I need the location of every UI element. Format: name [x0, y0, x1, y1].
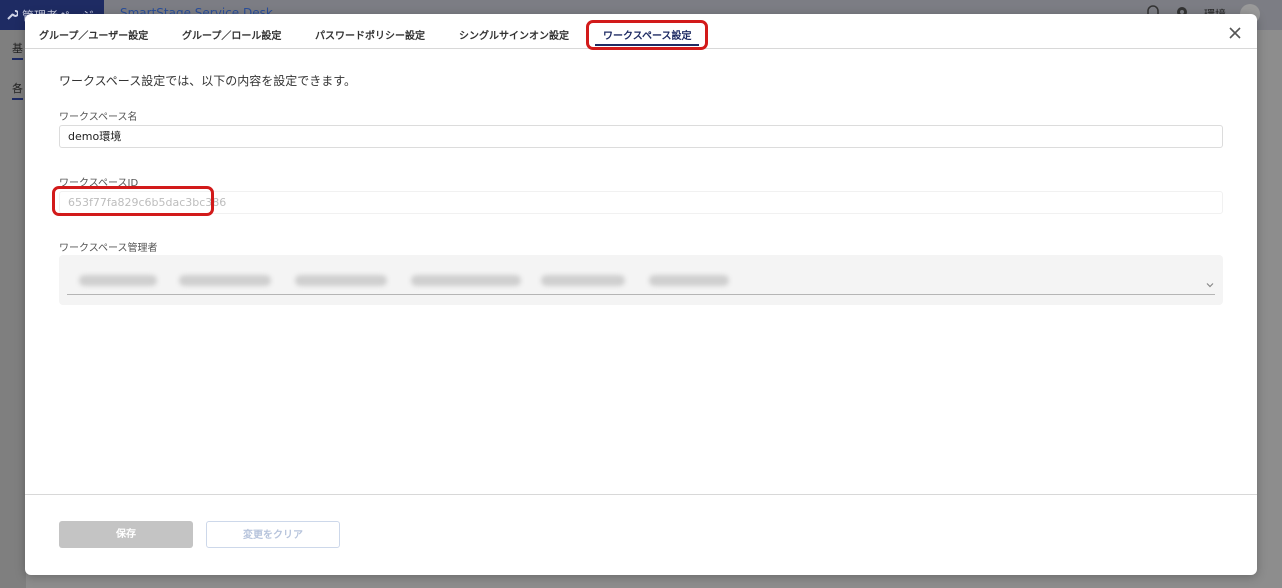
bg-left-strip: 基 各 [0, 30, 26, 588]
admin-chip[interactable] [295, 275, 387, 286]
workspace-name-input[interactable]: demo環境 [59, 125, 1223, 148]
workspace-id-field: 653f77fa829c6b5dac3bc386 [59, 191, 1223, 214]
settings-modal: グループ／ユーザー設定 グループ／ロール設定 パスワードポリシー設定 シングルサ… [25, 14, 1257, 575]
tab-bar: グループ／ユーザー設定 グループ／ロール設定 パスワードポリシー設定 シングルサ… [25, 14, 1257, 50]
admin-chip[interactable] [649, 275, 729, 286]
chevron-down-icon[interactable] [1205, 275, 1215, 288]
wrench-icon [6, 9, 18, 21]
id-highlight-annotation [52, 186, 214, 216]
footer-divider [25, 494, 1257, 495]
admin-chip[interactable] [79, 275, 157, 286]
tab-sso[interactable]: シングルサインオン設定 [459, 27, 569, 42]
close-icon[interactable] [1227, 25, 1243, 41]
bg-tab-2: 各 [12, 80, 23, 100]
workspace-name-label: ワークスペース名 [59, 112, 138, 123]
admin-chip[interactable] [411, 275, 521, 286]
tab-group-user[interactable]: グループ／ユーザー設定 [39, 27, 148, 42]
tab-group-role[interactable]: グループ／ロール設定 [182, 27, 281, 42]
save-button[interactable]: 保存 [59, 521, 193, 548]
tab-highlight-annotation [586, 20, 708, 50]
select-underline [67, 294, 1215, 295]
intro-text: ワークスペース設定では、以下の内容を設定できます。 [59, 74, 357, 88]
workspace-admin-select[interactable] [59, 255, 1223, 305]
tab-password-policy[interactable]: パスワードポリシー設定 [315, 27, 425, 42]
admin-chip[interactable] [541, 275, 625, 286]
clear-changes-button[interactable]: 変更をクリア [206, 521, 340, 548]
workspace-admin-label: ワークスペース管理者 [59, 243, 158, 254]
bg-tab-1: 基 [12, 40, 23, 60]
admin-chip[interactable] [179, 275, 271, 286]
